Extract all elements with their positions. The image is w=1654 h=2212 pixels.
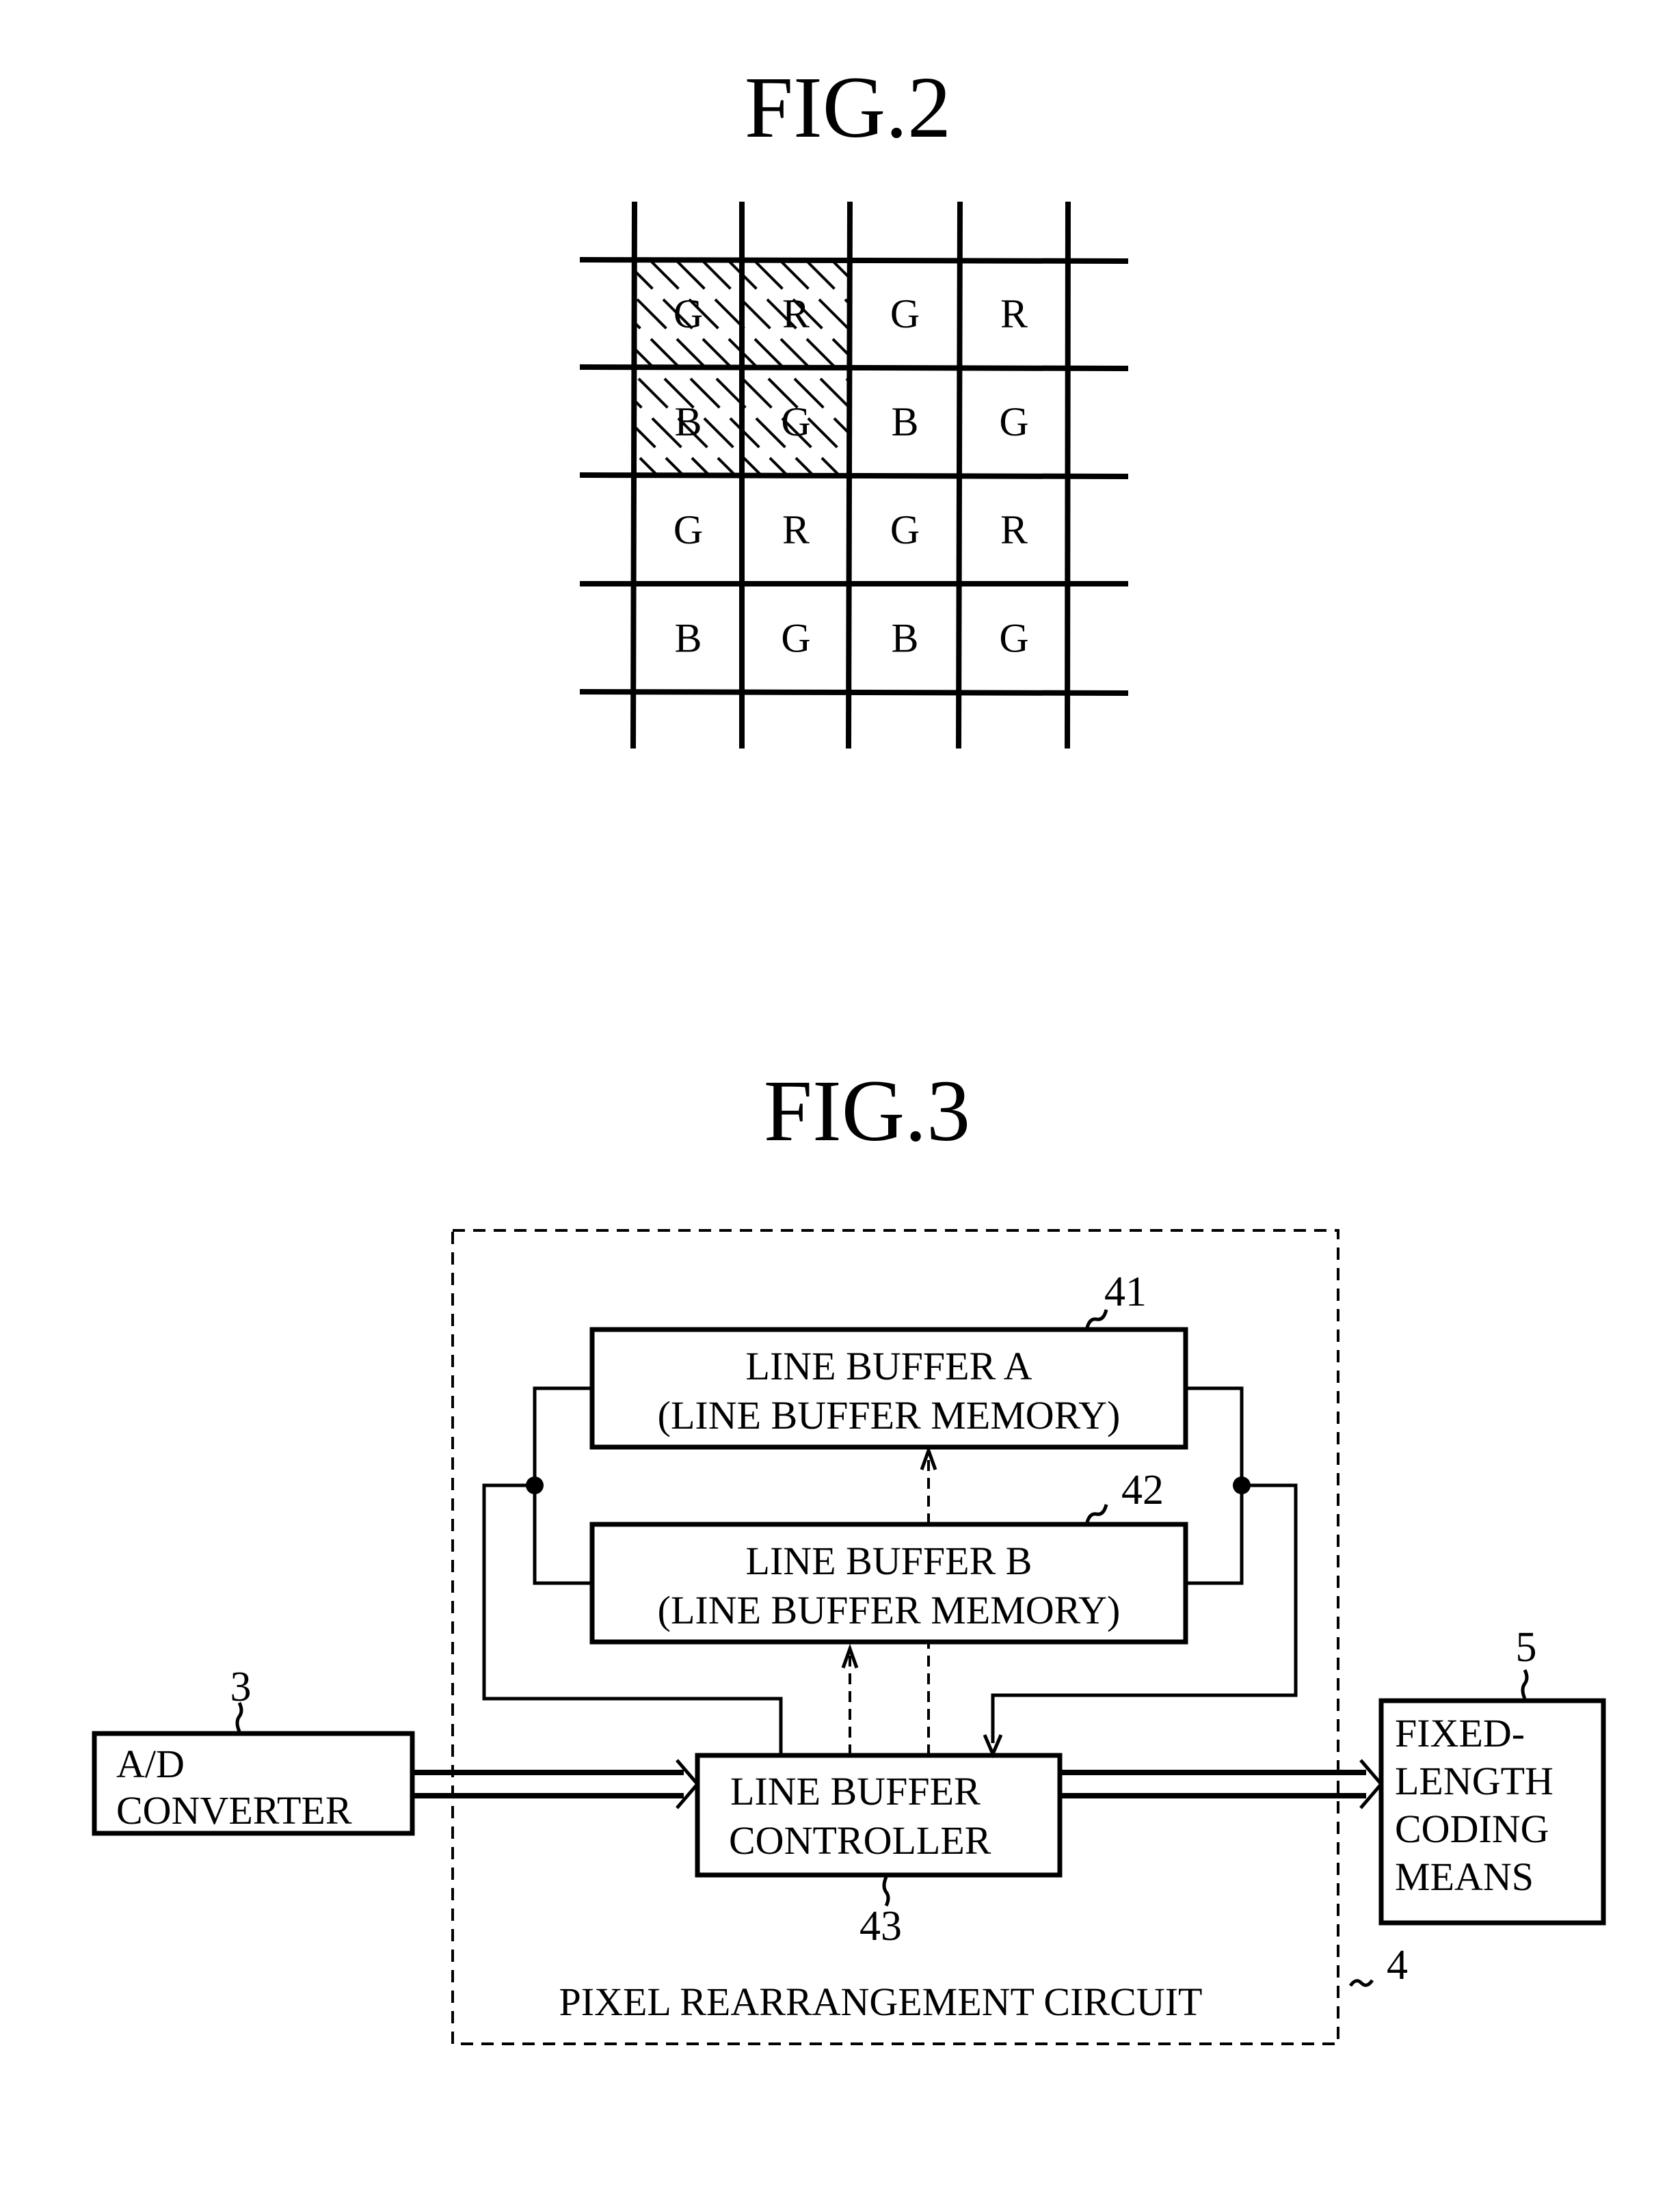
fig3-title: FIG.3 — [764, 1062, 970, 1159]
grid-cell-r: R — [782, 291, 810, 336]
circuit-ref-leader — [1348, 1979, 1374, 1987]
grid-hline — [579, 689, 1129, 696]
coding-ref: 5 — [1516, 1624, 1537, 1671]
arrowhead — [676, 1759, 700, 1809]
line-buffer-b-ref-leader — [1085, 1504, 1108, 1523]
coding-title-line4: MEANS — [1395, 1854, 1534, 1899]
grid-hline — [579, 472, 1129, 479]
grid-cell-g: G — [781, 616, 810, 661]
fig2-title: FIG.2 — [745, 59, 951, 156]
ad-converter-title-line2: CONVERTER — [116, 1788, 352, 1833]
grid-hline — [579, 257, 1129, 264]
controller-title-line2: CONTROLLER — [729, 1818, 991, 1863]
grid-vline — [956, 201, 963, 749]
coding-title-line1: FIXED- — [1395, 1711, 1525, 1755]
line-buffer-b-title: LINE BUFFER B — [746, 1539, 1032, 1583]
data-arrow-ad-to-controller — [412, 1759, 700, 1809]
controller-ref: 43 — [859, 1903, 902, 1950]
grid-cell-g: G — [673, 507, 703, 552]
line-buffer-a-title: LINE BUFFER A — [746, 1344, 1032, 1388]
ad-converter-title-line1: A/D — [116, 1742, 185, 1786]
ad-converter-ref: 3 — [230, 1664, 252, 1710]
coding-title-line3: CODING — [1395, 1807, 1549, 1851]
grid-cell-b: B — [891, 399, 918, 444]
patent-figure-sheet: FIG.2 G R G R B G B G G R G R B G B G FIG.3 PIXEL REARR… — [92, 59, 1606, 2045]
grid-cell-g: G — [999, 616, 1028, 661]
grid-cell-r: R — [1000, 507, 1028, 552]
bayer-grid: G R G R B G B G G R G R B G B G — [579, 201, 1129, 749]
line-buffer-a-ref: 41 — [1104, 1269, 1147, 1315]
grid-cell-r: R — [782, 507, 810, 552]
arrowhead — [1359, 1759, 1384, 1809]
grid-vline — [846, 201, 853, 749]
fixed-length-coding-means: FIXED- LENGTH CODING MEANS 5 — [1378, 1624, 1606, 1926]
line-buffer-b-subtitle: (LINE BUFFER MEMORY) — [658, 1588, 1121, 1632]
line-buffer-a: LINE BUFFER A (LINE BUFFER MEMORY) 41 — [589, 1269, 1188, 1450]
circuit-label: PIXEL REARRANGEMENT CIRCUIT — [559, 1980, 1203, 2024]
grid-cell-b: B — [674, 399, 702, 444]
circuit-ref: 4 — [1387, 1942, 1408, 1988]
controller-ref-leader — [882, 1876, 890, 1907]
line-buffer-a-ref-leader — [1085, 1309, 1108, 1328]
grid-vline — [630, 201, 637, 749]
grid-cell-r: R — [1000, 291, 1028, 336]
line-buffer-a-subtitle: (LINE BUFFER MEMORY) — [658, 1393, 1121, 1438]
grid-cell-g: G — [781, 399, 810, 444]
line-buffer-b-ref: 42 — [1121, 1467, 1164, 1513]
grid-cell-g: G — [999, 399, 1028, 444]
coding-title-line2: LENGTH — [1395, 1759, 1553, 1803]
grid-cell-g: G — [890, 507, 920, 552]
data-arrow-controller-to-coding — [1060, 1759, 1384, 1809]
controller-title-line1: LINE BUFFER — [730, 1769, 981, 1813]
grid-cell-b: B — [891, 616, 918, 661]
grid-cell-g: G — [673, 291, 703, 336]
line-buffer-controller: LINE BUFFER CONTROLLER 43 — [695, 1753, 1063, 1950]
grid-vline — [1065, 201, 1071, 749]
grid-hline — [579, 364, 1129, 371]
coding-ref-leader — [1521, 1669, 1529, 1699]
grid-cell-b: B — [674, 616, 702, 661]
ad-converter: A/D CONVERTER 3 — [92, 1664, 415, 1836]
grid-cell-g: G — [890, 291, 920, 336]
line-buffer-b: LINE BUFFER B (LINE BUFFER MEMORY) 42 — [589, 1467, 1188, 1645]
